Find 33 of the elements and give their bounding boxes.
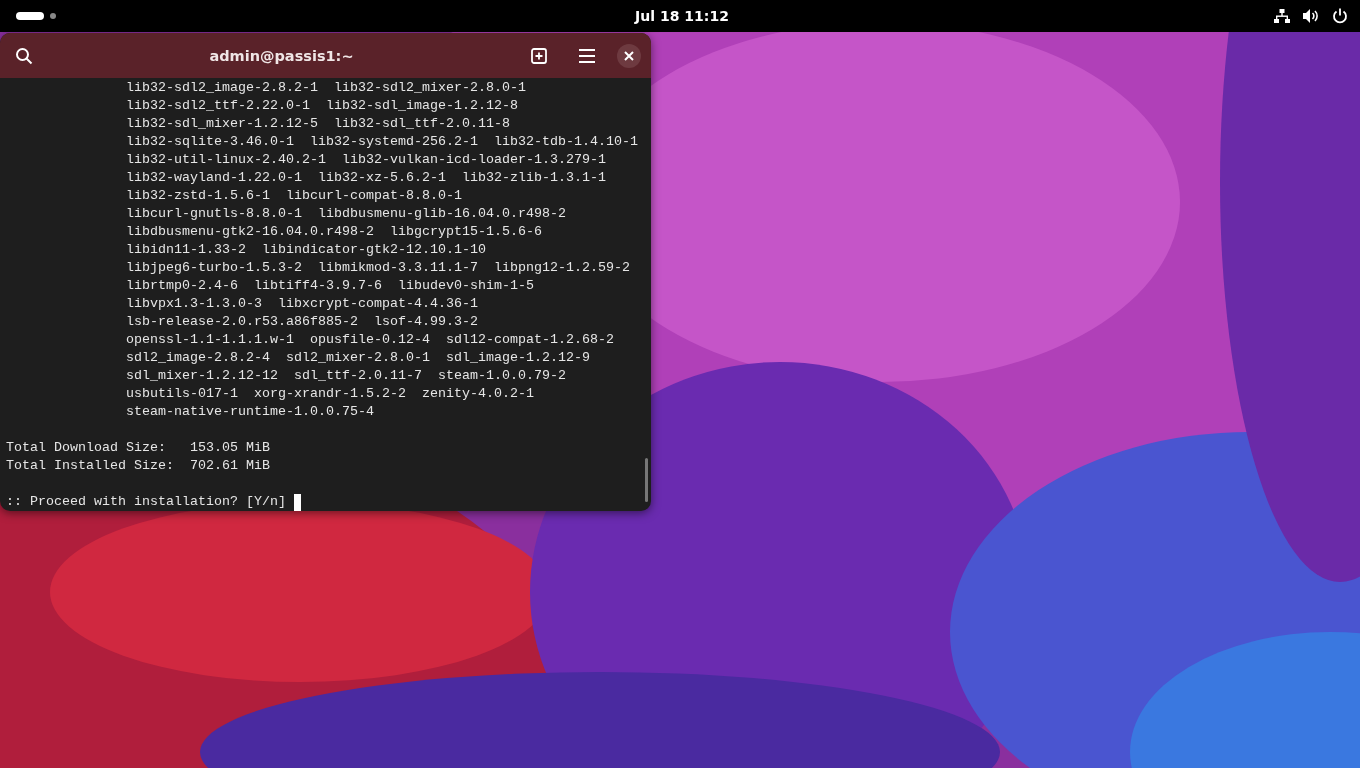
close-button[interactable]: [617, 43, 641, 68]
close-icon[interactable]: [624, 50, 634, 61]
package-list-line: lib32-wayland-1.22.0-1 lib32-xz-5.6.2-1 lib32-zlib-1.3.1-1: [126, 169, 606, 187]
package-list-line: libdbusmenu-gtk2-16.04.0.r498-2 libgcrypt15-1.5.6-6: [126, 223, 542, 241]
package-list-line: libidn11-1.33-2 libindicator-gtk2-12.10.1-10: [126, 241, 486, 259]
size-summary-line: Total Download Size: 153.05 MiB: [6, 439, 270, 457]
package-list-line: usbutils-017-1 xorg-xrandr-1.5.2-2 zenity-4.0.2-1: [126, 385, 534, 403]
prompt-line: :: Proceed with installation? [Y/n]: [6, 493, 286, 511]
package-list-line: lib32-sqlite-3.46.0-1 lib32-systemd-256.2-1 lib32-tdb-1.4.10-1: [126, 133, 638, 151]
power-icon[interactable]: [1332, 8, 1348, 24]
package-list-line: libvpx1.3-1.3.0-3 libxcrypt-compat-4.4.36-1: [126, 295, 478, 313]
workspace-dot[interactable]: [50, 13, 56, 19]
activities-indicator[interactable]: [16, 12, 44, 20]
package-list-line: libcurl-gnutls-8.8.0-1 libdbusmenu-glib-16.04.0.r498-2: [126, 205, 566, 223]
package-list-line: libjpeg6-turbo-1.5.3-2 libmikmod-3.3.11.1-7 libpng12-1.2.59-2: [126, 259, 630, 277]
package-list-line: openssl-1.1-1.1.1.w-1 opusfile-0.12-4 sdl12-compat-1.2.68-2: [126, 331, 614, 349]
package-list-line: lib32-sdl_mixer-1.2.12-5 lib32-sdl_ttf-2.0.11-8: [126, 115, 510, 133]
package-list-line: lib32-zstd-1.5.6-1 libcurl-compat-8.8.0-1: [126, 187, 462, 205]
text-cursor: [293, 493, 301, 511]
package-list-line: sdl_mixer-1.2.12-12 sdl_ttf-2.0.11-7 steam-1.0.0.79-2: [126, 367, 566, 385]
package-list-line: sdl2_image-2.8.2-4 sdl2_mixer-2.8.0-1 sdl_image-1.2.12-9: [126, 349, 590, 367]
package-list-line: lib32-util-linux-2.40.2-1 lib32-vulkan-icd-loader-1.3.279-1: [126, 151, 606, 169]
package-list-line: librtmp0-2.4-6 libtiff4-3.9.7-6 libudev0-shim-1-5: [126, 277, 534, 295]
package-list-line: lsb-release-2.0.r53.a86f885-2 lsof-4.99.3-2: [126, 313, 478, 331]
package-list-line: steam-native-runtime-1.0.0.75-4: [126, 403, 374, 421]
scrollbar[interactable]: [645, 458, 648, 502]
volume-icon[interactable]: [1302, 8, 1320, 24]
package-list-line: lib32-sdl2_ttf-2.22.0-1 lib32-sdl_image-1.2.12-8: [126, 97, 518, 115]
network-icon[interactable]: [1274, 8, 1290, 24]
package-list-line: lib32-sdl2_image-2.8.2-1 lib32-sdl2_mixer-2.8.0-1: [126, 79, 526, 97]
size-summary-line: Total Installed Size: 702.61 MiB: [6, 457, 270, 475]
clock[interactable]: Jul 18 11:12: [635, 8, 729, 24]
window-title: admin@passis1:~: [208, 47, 355, 64]
